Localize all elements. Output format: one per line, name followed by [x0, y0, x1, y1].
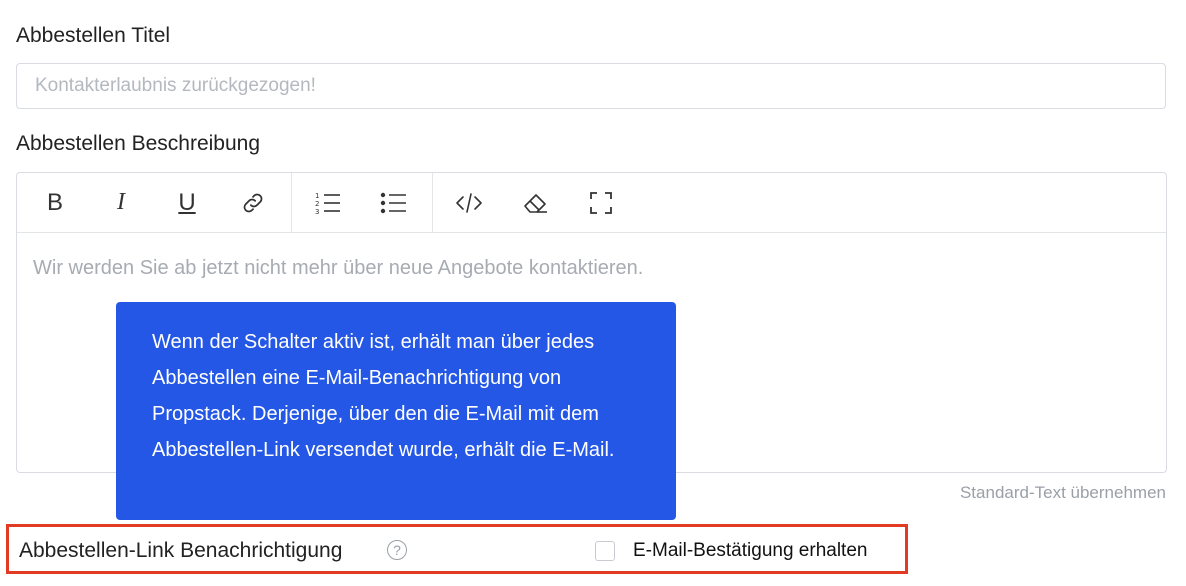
notification-label: Abbestellen-Link Benachrichtigung [19, 539, 343, 562]
fullscreen-icon [590, 191, 612, 214]
editor-toolbar: B I U 1 2 3 [17, 172, 1166, 233]
svg-text:1: 1 [315, 192, 319, 200]
notification-setting-row: Abbestellen-Link Benachrichtigung ? E-Ma… [6, 524, 908, 574]
description-label: Abbestellen Beschreibung [16, 132, 261, 155]
editor-content[interactable]: Wir werden Sie ab jetzt nicht mehr über … [17, 233, 1166, 304]
italic-button[interactable]: I [97, 183, 145, 223]
email-confirmation-label[interactable]: E-Mail-Bestätigung erhalten [633, 540, 867, 562]
help-icon[interactable]: ? [387, 540, 407, 560]
email-confirmation-checkbox[interactable] [595, 541, 615, 561]
fullscreen-button[interactable] [577, 183, 625, 223]
bold-icon: B [46, 188, 63, 216]
ordered-list-icon: 1 2 3 [315, 192, 340, 216]
help-tooltip: Wenn der Schalter aktiv ist, erhält man … [116, 302, 676, 520]
link-button[interactable] [229, 183, 277, 223]
eraser-icon [524, 193, 547, 213]
code-icon [456, 192, 482, 213]
bullet-list-icon [380, 192, 406, 213]
title-label: Abbestellen Titel [16, 24, 171, 47]
tooltip-text: Wenn der Schalter aktiv ist, erhält man … [152, 331, 615, 461]
code-button[interactable] [445, 183, 493, 223]
link-icon [243, 193, 263, 212]
toolbar-separator [291, 172, 292, 233]
svg-text:2: 2 [315, 200, 319, 208]
clear-format-button[interactable] [511, 183, 559, 223]
svg-text:3: 3 [315, 208, 319, 216]
underline-icon: U [178, 188, 196, 216]
underline-button[interactable]: U [163, 183, 211, 223]
standard-text-link[interactable]: Standard-Text übernehmen [960, 483, 1166, 503]
bold-button[interactable]: B [31, 183, 79, 223]
ordered-list-button[interactable]: 1 2 3 [304, 183, 352, 223]
bullet-list-button[interactable] [370, 183, 418, 223]
toolbar-separator [432, 172, 433, 233]
editor-placeholder: Wir werden Sie ab jetzt nicht mehr über … [33, 257, 644, 279]
italic-icon: I [117, 189, 125, 215]
title-input[interactable] [16, 63, 1166, 109]
